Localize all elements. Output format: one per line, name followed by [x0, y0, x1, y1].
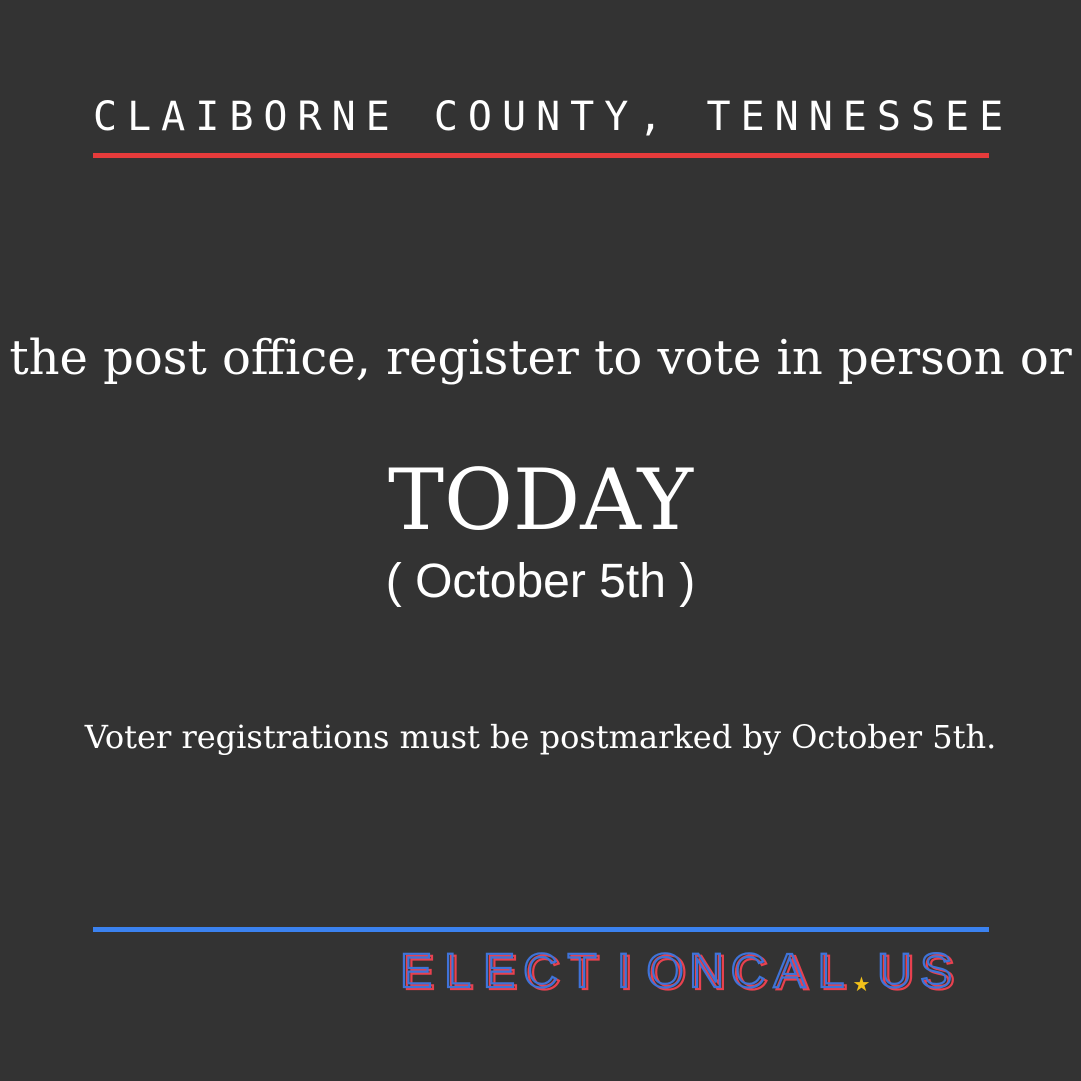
- brand-letter: U: [877, 945, 912, 998]
- brand-letter: A: [773, 945, 805, 998]
- brand-letter: I: [617, 945, 630, 998]
- red-divider: [93, 153, 989, 158]
- brand-wordmark: EE LL EE CC TT II OO NN CC AA LL ★ UU SS: [399, 945, 956, 1001]
- star-icon: ★: [853, 972, 871, 996]
- brand-letter: S: [920, 945, 952, 998]
- blue-divider: [93, 927, 989, 932]
- brand-letter: E: [400, 945, 432, 998]
- brand-letter: N: [689, 945, 724, 998]
- deadline-date: ( October 5th ): [385, 555, 696, 608]
- graphic-canvas: CLAIBORNE COUNTY, TENNESSEE the post off…: [0, 0, 1081, 1081]
- brand-letter: T: [567, 945, 596, 998]
- county-title: CLAIBORNE COUNTY, TENNESSEE: [93, 94, 1014, 140]
- brand-logo: E E L L E E C C T T I I O O N N C C A A L L ★ U U S S: [397, 945, 997, 1005]
- postmark-note: Voter registrations must be postmarked b…: [84, 718, 997, 756]
- brand-letter: C: [523, 945, 558, 998]
- today-emphasis: TODAY: [388, 451, 693, 549]
- brand-letter: C: [731, 945, 766, 998]
- headline-text: the post office, register to vote in per…: [9, 330, 1072, 386]
- brand-letter: E: [483, 945, 515, 998]
- brand-letter: L: [818, 945, 845, 998]
- brand-letter: L: [444, 945, 471, 998]
- brand-letter: O: [646, 945, 683, 998]
